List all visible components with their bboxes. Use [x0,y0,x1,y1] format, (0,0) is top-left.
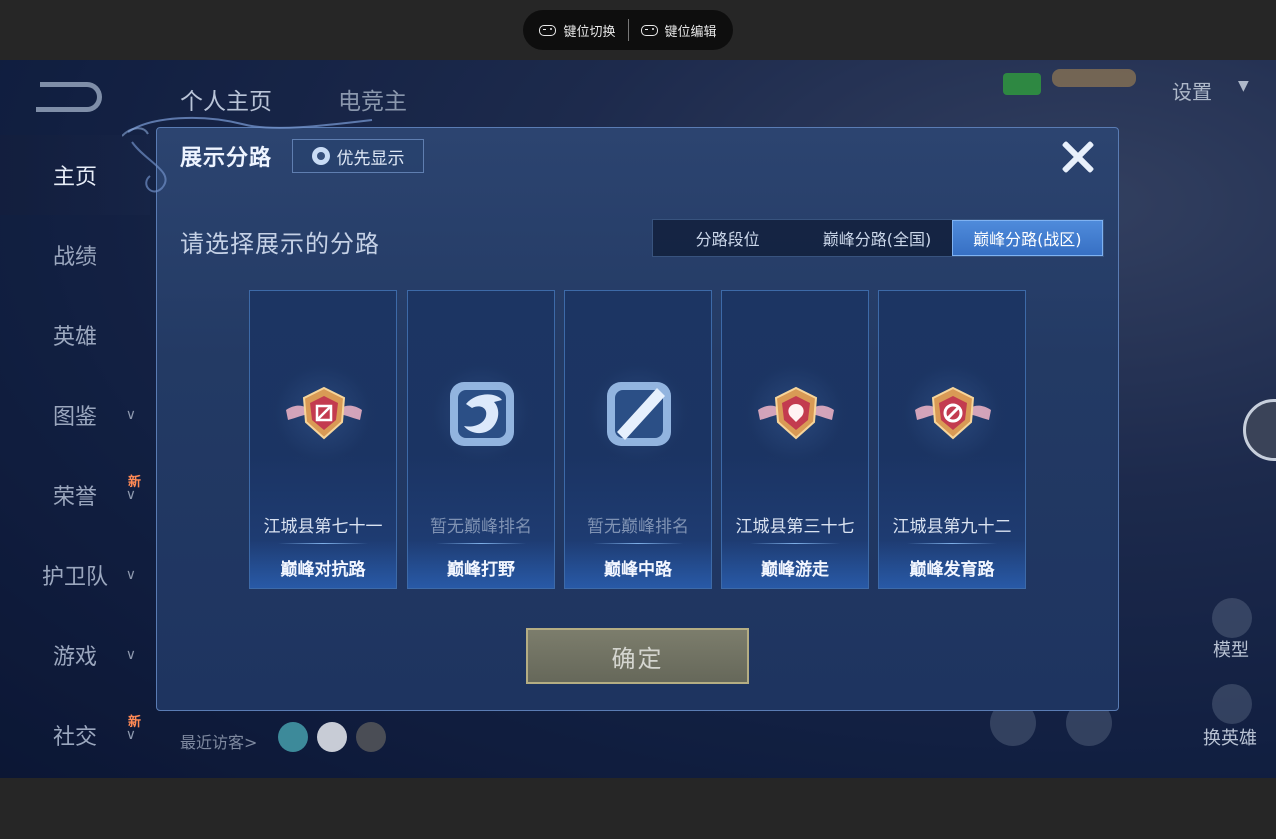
sidebar-item-label: 战绩 [52,245,97,270]
sidebar-item[interactable]: 荣誉 ∨ 新 [0,455,150,535]
chevron-down-icon: ∨ [125,647,136,663]
settings-button[interactable]: 设置 [1172,76,1212,105]
roam-emblem-icon [756,374,836,454]
lane-card[interactable]: 江城县第七十一 巅峰对抗路 [249,290,397,589]
tab-lane-view[interactable]: 巅峰分路(战区) [951,220,1103,256]
sidebar-item-label: 英雄 [52,325,97,350]
priority-display-button[interactable]: 优先显示 [292,139,424,173]
new-badge: 新 [128,715,142,730]
confirm-button[interactable]: 确定 [526,628,749,684]
recent-visitors-link[interactable]: 最近访客> [180,729,257,753]
promo-badge[interactable] [1052,69,1136,109]
key-edit-button[interactable]: 键位编辑 [629,21,729,40]
tab-profile[interactable]: 个人主页 [180,82,272,116]
lane-name: 巅峰中路 [604,560,672,580]
lane-card[interactable]: 江城县第三十七 巅峰游走 [721,290,869,589]
lane-name: 巅峰游走 [761,560,829,580]
close-button[interactable] [1058,137,1098,177]
top-toolbar: 键位切换 键位编辑 [0,0,1276,60]
jungle-dragon-icon [442,374,522,454]
sidebar-item-label: 社交 [52,725,97,750]
model-label[interactable]: 模型 [1213,636,1249,662]
swap-hero-icon[interactable] [1212,684,1252,724]
sidebar: 主页 战绩 英雄 图鉴 ∨ 荣誉 ∨ 新护卫队 ∨ 游戏 ∨ 社交 ∨ 新 [0,135,150,775]
gamepad-edit-icon [640,24,658,36]
sidebar-item[interactable]: 英雄 [0,295,150,375]
wechat-icon[interactable] [1003,73,1041,95]
visitor-avatar[interactable] [356,722,386,752]
sidebar-item-label: 护卫队 [41,565,108,590]
modal-title: 展示分路 [180,146,273,171]
mid-lane-icon [599,374,679,454]
chevron-down-icon: ∨ [125,407,136,423]
lane-tabs: 分路段位 巅峰分路(全国) 巅峰分路(战区) [652,219,1104,257]
sidebar-item[interactable]: 游戏 ∨ [0,615,150,695]
gear-icon [311,147,330,165]
card-divider [436,543,526,544]
lane-rank: 江城县第七十一 [263,517,383,537]
lane-name: 巅峰对抗路 [280,560,366,580]
card-divider [593,543,683,544]
sidebar-item[interactable]: 图鉴 ∨ [0,375,150,455]
select-lane-prompt: 请选择展示的分路 [180,230,380,258]
lane-card[interactable]: 暂无巅峰排名 巅峰中路 [564,290,712,589]
card-divider [750,543,840,544]
key-switch-button[interactable]: 键位切换 [527,21,627,40]
lane-rank: 暂无巅峰排名 [430,517,532,537]
bottom-bar [0,778,1276,839]
gamepad-switch-icon [539,24,557,36]
sidebar-item[interactable]: 战绩 [0,215,150,295]
card-divider [278,543,368,544]
sidebar-item-label: 游戏 [52,645,97,670]
side-toggle-icon[interactable] [1243,399,1276,461]
tab-esports[interactable]: 电竞主 [338,82,407,116]
swap-hero-label[interactable]: 换英雄 [1203,724,1257,750]
priority-display-label: 优先显示 [336,148,405,169]
new-badge: 新 [128,475,142,490]
key-edit-label: 键位编辑 [664,24,717,40]
clash-lane-emblem-icon [284,374,364,454]
sidebar-item[interactable]: 主页 [0,135,150,215]
lane-name: 巅峰打野 [447,560,515,580]
tab-lane-view[interactable]: 巅峰分路(全国) [802,220,951,256]
chevron-down-icon: ∨ [125,567,136,583]
lane-rank: 暂无巅峰排名 [587,517,689,537]
lane-card[interactable]: 江城县第九十二 巅峰发育路 [878,290,1026,589]
lane-name: 巅峰发育路 [909,560,995,580]
sidebar-item-label: 荣誉 [52,485,97,510]
sidebar-item[interactable]: 社交 ∨ 新 [0,695,150,775]
settings-chevron-icon[interactable]: ▼ [1238,78,1249,94]
card-divider [907,543,997,544]
key-switch-label: 键位切换 [563,24,616,40]
lane-rank: 江城县第三十七 [735,517,855,537]
model-icon[interactable] [1212,598,1252,638]
sidebar-item-label: 主页 [52,165,97,190]
sidebar-item-label: 图鉴 [52,405,97,430]
sidebar-item[interactable]: 护卫队 ∨ [0,535,150,615]
lane-card[interactable]: 暂无巅峰排名 巅峰打野 [407,290,555,589]
lane-rank: 江城县第九十二 [892,517,1012,537]
back-arrow-icon[interactable] [36,82,102,112]
farm-lane-emblem-icon [913,374,993,454]
keymap-pill: 键位切换 键位编辑 [523,10,733,50]
tab-lane-view[interactable]: 分路段位 [653,220,802,256]
visitor-avatar[interactable] [278,722,308,752]
visitor-avatar[interactable] [317,722,347,752]
